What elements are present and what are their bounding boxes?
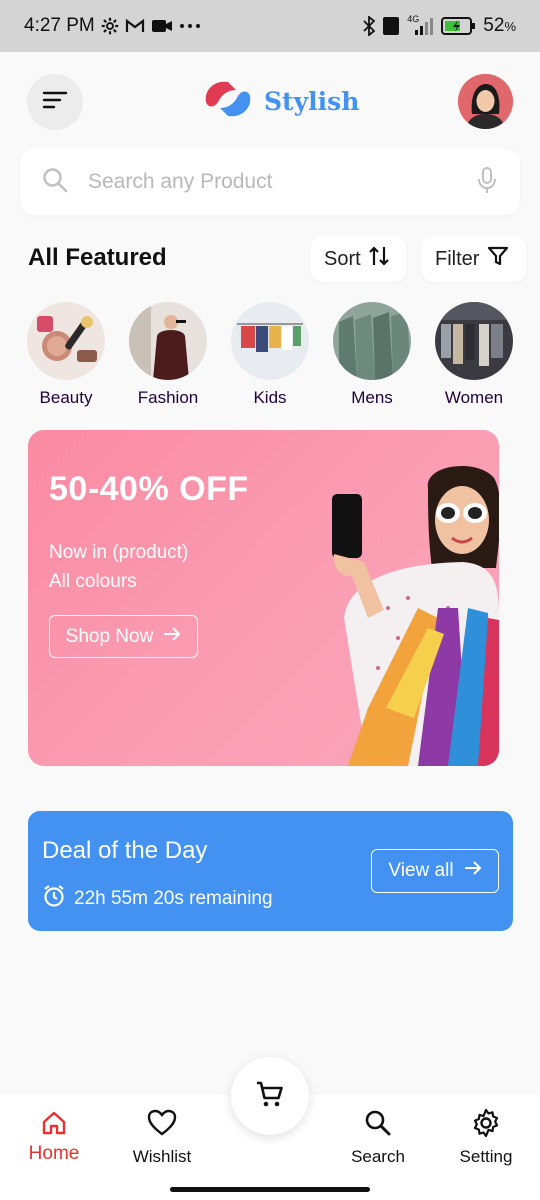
stylish-logo-icon (202, 78, 254, 125)
search-bar[interactable] (20, 149, 520, 215)
brand-name: Stylish (264, 87, 360, 116)
search-icon (328, 1107, 428, 1139)
video-camera-icon (151, 18, 173, 34)
view-all-label: View all (388, 860, 454, 881)
gmail-icon (125, 18, 145, 34)
banner-model-image (328, 458, 499, 766)
banner-line-2: All colours (49, 571, 137, 592)
deal-timer-text: 22h 55m 20s remaining (74, 888, 273, 909)
nav-home[interactable]: Home (4, 1107, 104, 1165)
bluetooth-icon (363, 16, 376, 36)
category-beauty[interactable]: Beauty (21, 302, 111, 408)
user-avatar[interactable] (458, 74, 513, 129)
network-type: 4G (407, 14, 420, 24)
status-time: 4:27 PM (24, 15, 95, 36)
nav-wishlist[interactable]: Wishlist (112, 1107, 212, 1167)
mens-image (333, 302, 411, 380)
filter-funnel-icon (487, 245, 509, 273)
arrow-right-icon (464, 860, 482, 882)
section-title: All Featured (28, 244, 167, 271)
battery-unit: % (504, 19, 516, 34)
search-input[interactable] (88, 170, 476, 194)
nav-home-label: Home (28, 1143, 80, 1164)
view-all-button[interactable]: View all (371, 849, 499, 893)
brand-logo: Stylish (202, 78, 359, 125)
nav-wishlist-label: Wishlist (132, 1147, 192, 1166)
category-kids[interactable]: Kids (225, 302, 315, 408)
gear-icon (436, 1107, 536, 1139)
category-label: Women (444, 388, 504, 407)
cart-button[interactable] (231, 1057, 309, 1135)
battery-percent: 52 (483, 15, 505, 36)
filter-button[interactable]: Filter (421, 236, 526, 282)
kids-image (231, 302, 309, 380)
status-bar: 4:27 PM 4G 52% (0, 0, 540, 52)
signal-icon: 4G (407, 14, 434, 36)
nav-setting-label: Setting (459, 1147, 513, 1166)
arrow-right-icon (163, 626, 181, 648)
category-women[interactable]: Women (429, 302, 519, 408)
sort-arrows-icon (368, 245, 389, 273)
settings-gear-status-icon (101, 17, 119, 35)
nav-search[interactable]: Search (328, 1107, 428, 1167)
deal-timer: 22h 55m 20s remaining (42, 884, 273, 914)
search-icon (42, 167, 68, 198)
heart-icon (112, 1107, 212, 1139)
shop-now-button[interactable]: Shop Now (49, 615, 198, 658)
banner-title: 50-40% OFF (49, 470, 249, 508)
battery-icon (441, 17, 476, 35)
category-mens[interactable]: Mens (327, 302, 417, 408)
home-indicator (170, 1187, 370, 1192)
beauty-image (27, 302, 105, 380)
menu-lines-icon (42, 90, 68, 115)
deal-title: Deal of the Day (42, 837, 208, 864)
category-label: Mens (351, 388, 393, 407)
category-label: Kids (253, 388, 287, 407)
sort-button[interactable]: Sort (310, 236, 406, 282)
nav-search-label: Search (351, 1147, 405, 1166)
promo-banner[interactable]: 50-40% OFF Now in (product) All colours … (28, 430, 499, 766)
category-fashion[interactable]: Fashion (123, 302, 213, 408)
alarm-clock-icon (42, 884, 66, 914)
sort-label: Sort (324, 247, 361, 270)
home-icon (4, 1107, 104, 1139)
category-label: Beauty (39, 388, 93, 407)
volte-icon (383, 17, 400, 35)
more-dots-icon (179, 23, 201, 29)
category-label: Fashion (137, 388, 199, 407)
filter-label: Filter (435, 247, 480, 270)
women-image (435, 302, 513, 380)
shop-now-label: Shop Now (65, 625, 154, 647)
menu-button[interactable] (27, 74, 83, 130)
nav-setting[interactable]: Setting (436, 1107, 536, 1167)
fashion-image (129, 302, 207, 380)
microphone-icon[interactable] (476, 166, 498, 199)
banner-line-1: Now in (product) (49, 542, 189, 563)
deal-of-day-card: Deal of the Day 22h 55m 20s remaining Vi… (28, 811, 513, 931)
shopping-cart-icon (255, 1079, 285, 1114)
banner-subtitle: Now in (product) All colours (49, 538, 188, 596)
